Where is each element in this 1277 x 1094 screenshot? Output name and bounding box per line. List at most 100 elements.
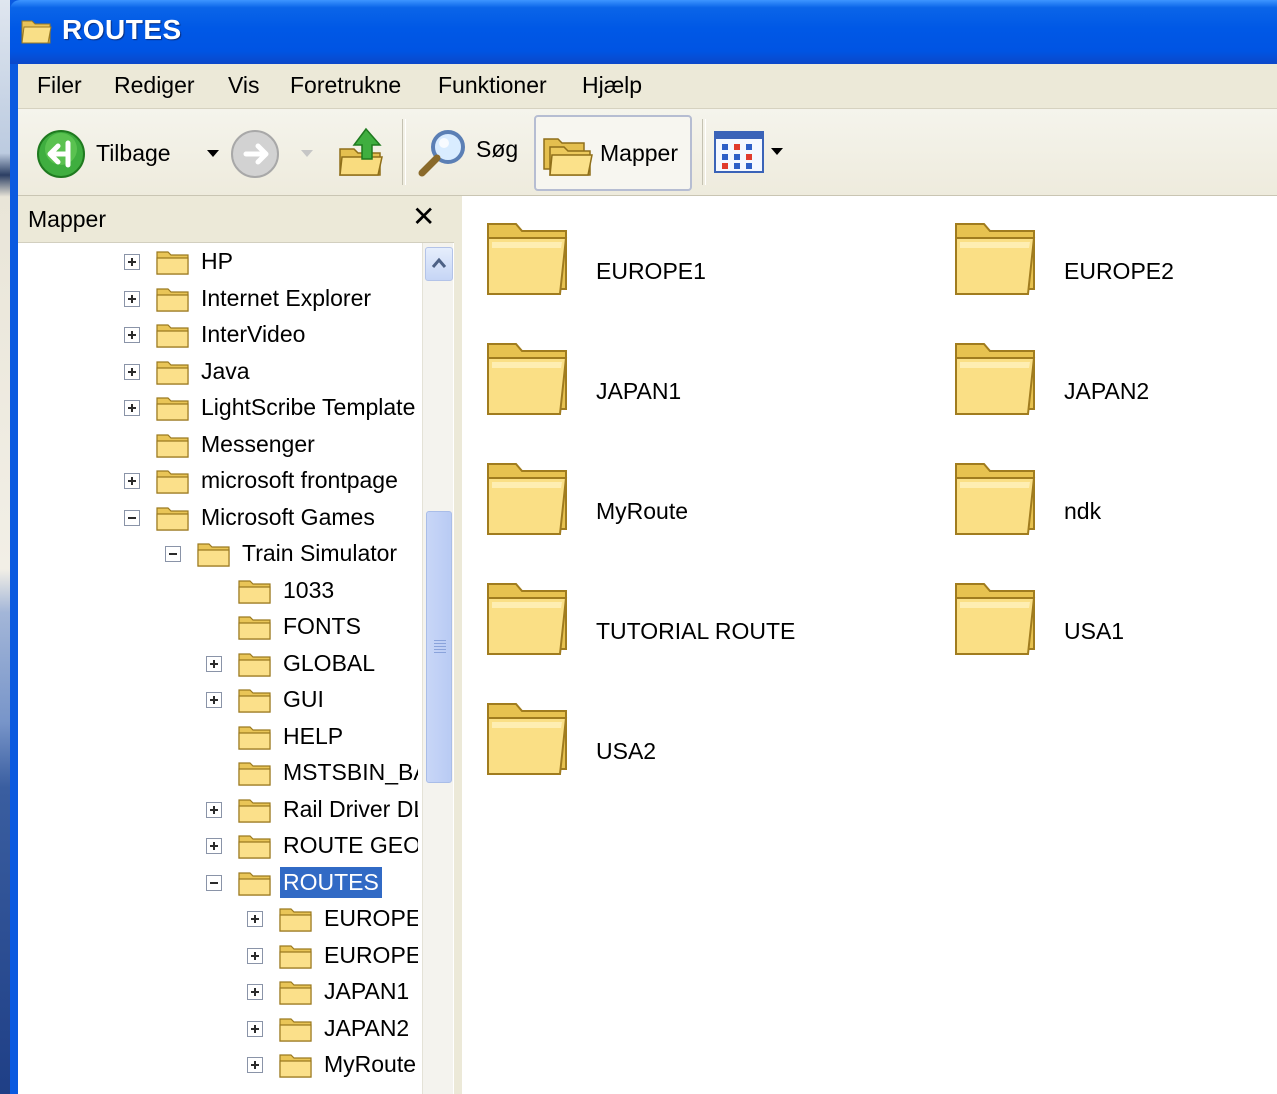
folder-icon [156,285,190,313]
expand-icon[interactable] [124,327,140,343]
forward-button[interactable] [230,127,320,179]
forward-dropdown-icon [301,150,313,157]
folder-icon [156,467,190,495]
folder-tile[interactable]: EUROPE2 [950,212,1277,312]
folders-pane-header: Mapper ✕ [18,196,454,243]
folder-icon [238,869,272,897]
collapse-icon[interactable] [165,546,181,562]
tree-item-label: JAPAN2 [324,1014,410,1041]
folders-icon [543,138,593,176]
folder-icon [950,572,1042,658]
folder-icon [950,452,1042,538]
folder-tile-label: EUROPE1 [596,258,706,284]
folder-icon [279,942,313,970]
expand-icon[interactable] [124,400,140,416]
folder-icon [482,572,574,658]
expand-icon[interactable] [206,801,222,818]
expand-icon[interactable] [206,838,222,854]
search-button[interactable]: Søg [416,125,526,181]
folder-tile[interactable]: USA2 [482,692,902,792]
folder-tile[interactable]: USA1 [950,572,1277,672]
expand-icon[interactable] [206,692,222,708]
folder-icon [238,577,272,605]
folder-icon [238,759,272,787]
folders-button[interactable]: Mapper [534,115,692,191]
folder-tile-label: ndk [1064,498,1102,524]
folder-tree: HP Internet Explorer InterVideo Java LightSc… [18,243,418,1094]
search-label: Søg [476,136,519,162]
close-icon[interactable]: ✕ [412,200,435,233]
tree-item-label: Microsoft Games [201,503,375,530]
expand-icon[interactable] [247,1020,263,1037]
expand-icon[interactable] [124,254,140,270]
scroll-up-button[interactable] [425,247,453,281]
expand-icon[interactable] [247,911,263,927]
toolbar: Tilbage Søg Mapper [18,109,1277,196]
folder-icon [156,248,190,276]
tree-item-label: GLOBAL [283,649,376,676]
expand-icon[interactable] [124,363,140,380]
folder-icon [238,723,272,751]
expand-icon[interactable] [124,290,140,307]
folders-pane: Mapper ✕ HP Internet Explorer InterVideo Ja… [18,196,454,1094]
tree-item-label: Messenger [201,430,315,457]
expand-icon[interactable] [247,1057,263,1073]
folder-icon [156,431,190,459]
folder-tile-label: USA1 [1064,618,1125,644]
content-pane: EUROPE1 EUROPE2 JAPAN1 JAPAN2 MyRoute ndk TUTO… [462,196,1277,1094]
folder-icon [197,540,231,568]
tree-item-label: MSTSBIN_BAC [283,759,418,785]
folder-tile[interactable]: JAPAN2 [950,332,1277,432]
up-button[interactable] [336,123,392,181]
views-dropdown-icon [771,148,783,155]
views-grid-icon [714,131,764,173]
expand-icon[interactable] [206,655,222,672]
folder-icon [482,452,574,538]
menu-vis[interactable]: Vis [228,72,260,99]
folder-tile[interactable]: EUROPE1 [482,212,902,312]
folder-tile[interactable]: TUTORIAL ROUTE [482,572,902,672]
back-label: Tilbage [96,140,171,166]
menu-funktioner[interactable]: Funktioner [438,72,547,99]
menu-rediger[interactable]: Rediger [114,72,195,99]
tree-scrollbar[interactable] [422,243,453,1094]
search-icon [418,130,465,177]
menu-filer[interactable]: Filer [37,72,82,99]
expand-icon[interactable] [247,947,263,964]
folder-tile[interactable]: JAPAN1 [482,332,902,432]
folder-icon [279,1051,313,1079]
scroll-thumb[interactable] [426,511,452,783]
expand-icon[interactable] [124,473,140,489]
menu-bar: Filer Rediger Vis Foretrukne Funktioner … [18,64,1277,109]
pane-splitter[interactable] [454,196,462,1094]
folder-icon [279,978,313,1006]
collapse-icon[interactable] [206,874,222,891]
folder-tile-label: MyRoute [596,498,689,524]
tree-item-label: microsoft frontpage [201,467,398,493]
tree-item-label: EUROPE2 [324,941,418,968]
folder-icon [950,332,1042,418]
menu-foretrukne[interactable]: Foretrukne [290,72,401,99]
folder-icon [279,905,313,933]
title-bar[interactable]: ROUTES [10,0,1277,64]
menu-hjaelp[interactable]: Hjælp [582,72,642,99]
back-button[interactable]: Tilbage [36,127,220,179]
tree-item-label: MyRoute [324,1051,417,1077]
tree-item-label: Java [201,357,250,384]
views-button[interactable] [714,131,788,175]
toolbar-separator [402,119,406,185]
folder-icon [238,613,272,641]
folder-icon [482,212,574,298]
folder-tile-label: EUROPE2 [1064,258,1174,284]
expand-icon[interactable] [247,984,263,1000]
folder-icon [156,358,190,386]
collapse-icon[interactable] [124,509,140,526]
folder-up-icon [339,127,383,176]
folder-icon [950,212,1042,298]
folder-tile[interactable]: ndk [950,452,1277,552]
folder-tile[interactable]: MyRoute [482,452,902,552]
folders-pane-title: Mapper [28,206,106,232]
back-dropdown-icon[interactable] [206,149,220,159]
tree-item-label: Internet Explorer [201,284,372,311]
window-title: ROUTES [62,14,182,45]
